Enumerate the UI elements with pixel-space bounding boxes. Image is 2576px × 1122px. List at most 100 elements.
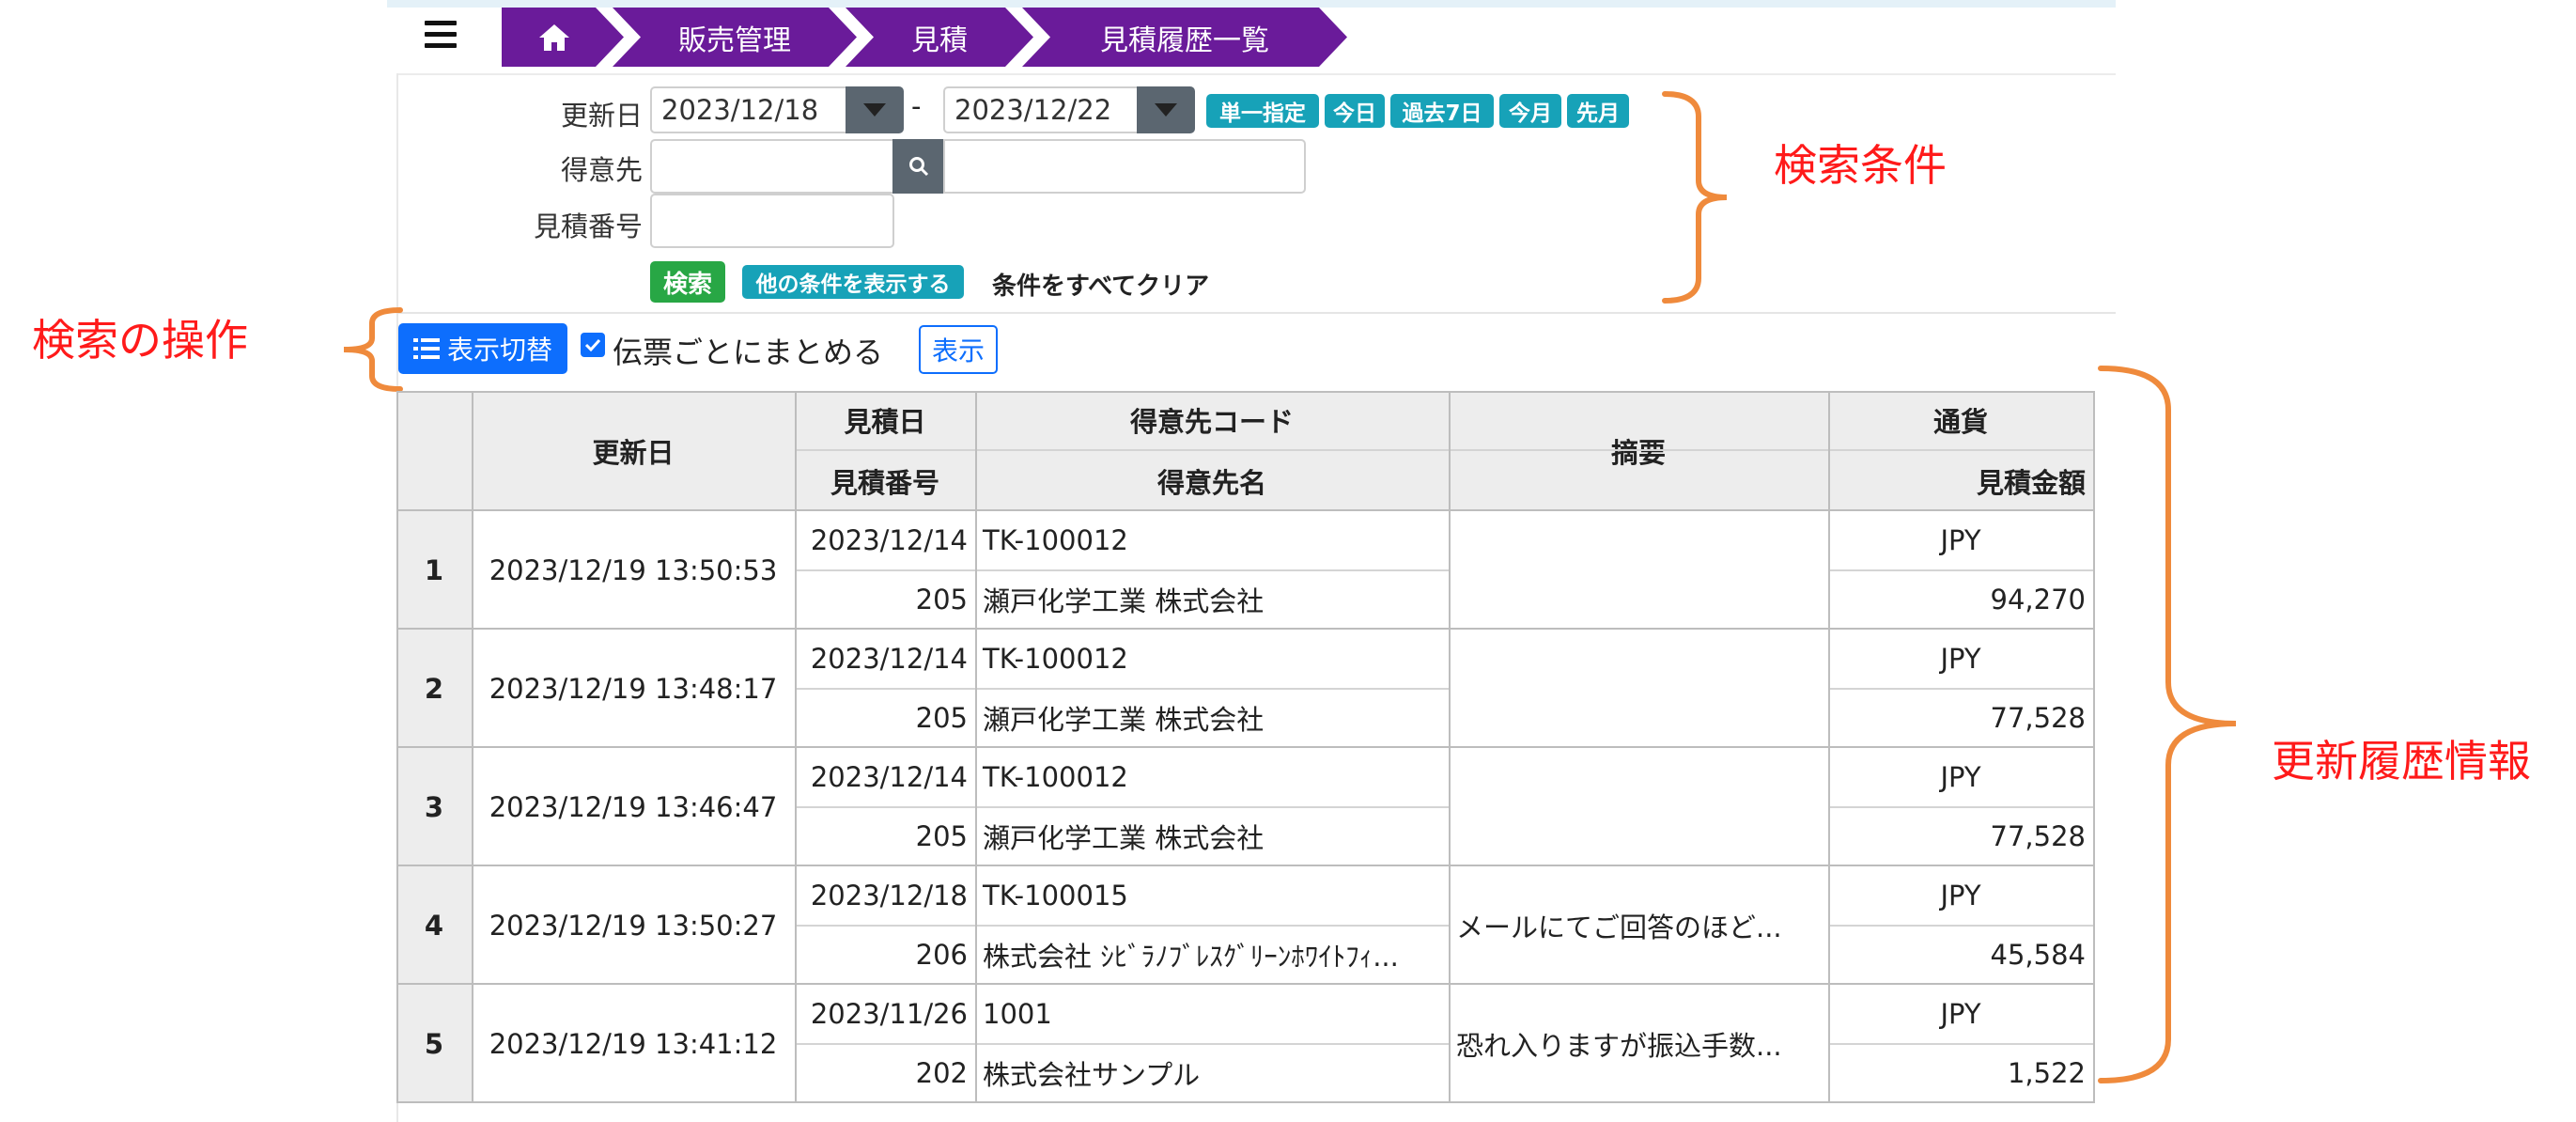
- header-amount[interactable]: 見積金額: [1828, 451, 2093, 511]
- cell-quote-number[interactable]: 202: [795, 1043, 975, 1103]
- toggle-view-label: 表示切替: [446, 335, 552, 366]
- cell-customer-code[interactable]: TK-100012: [975, 511, 1449, 569]
- cell-updated-at[interactable]: 2023/12/19 13:50:53: [472, 511, 795, 630]
- grid-line: [2093, 391, 2095, 1101]
- bracket-search-operations: [343, 307, 403, 392]
- grid-line: [1449, 391, 1451, 1101]
- cell-quote-number[interactable]: 205: [795, 806, 975, 866]
- cell-customer-code[interactable]: TK-100012: [975, 630, 1449, 688]
- caret-down-icon: [863, 103, 886, 117]
- cell-amount[interactable]: 77,528: [1828, 806, 2093, 866]
- breadcrumb-home[interactable]: [502, 8, 624, 67]
- date-from-dropdown-button[interactable]: [846, 86, 904, 133]
- check-icon: [584, 338, 601, 351]
- date-to-dropdown-button[interactable]: [1137, 86, 1195, 133]
- cell-amount[interactable]: 94,270: [1828, 569, 2093, 630]
- date-from-input[interactable]: 2023/12/18: [650, 86, 851, 133]
- cell-amount[interactable]: 1,522: [1828, 1043, 2093, 1103]
- cell-summary[interactable]: [1449, 748, 1828, 866]
- last-month-tag[interactable]: 先月: [1567, 94, 1629, 128]
- cell-quote-number[interactable]: 206: [795, 925, 975, 985]
- header-currency[interactable]: 通貨: [1828, 391, 2093, 449]
- header-customer-name[interactable]: 得意先名: [975, 451, 1449, 511]
- menu-icon[interactable]: [425, 21, 457, 49]
- cell-customer-code[interactable]: TK-100012: [975, 748, 1449, 806]
- cell-quote-date[interactable]: 2023/11/26: [795, 985, 975, 1043]
- cell-summary[interactable]: メールにてご回答のほど...: [1449, 866, 1828, 985]
- cell-amount[interactable]: 45,584: [1828, 925, 2093, 985]
- cell-summary[interactable]: [1449, 511, 1828, 630]
- today-tag[interactable]: 今日: [1325, 94, 1385, 128]
- cell-quote-date[interactable]: 2023/12/14: [795, 748, 975, 806]
- grid-line: [472, 391, 473, 1101]
- cell-quote-date[interactable]: 2023/12/18: [795, 866, 975, 925]
- cell-amount[interactable]: 77,528: [1828, 688, 2093, 748]
- clear-conditions-link[interactable]: 条件をすべてクリア: [992, 267, 1209, 302]
- cell-updated-at[interactable]: 2023/12/19 13:50:27: [472, 866, 795, 985]
- show-button[interactable]: 表示: [919, 325, 998, 374]
- search-icon: [909, 157, 929, 177]
- header-quote-date[interactable]: 見積日: [795, 391, 975, 449]
- annotation-search-operations: 検索の操作: [32, 315, 248, 366]
- breadcrumb-item-quote-history[interactable]: 見積履歴一覧: [1022, 8, 1347, 67]
- cell-currency[interactable]: JPY: [1828, 748, 2093, 806]
- past-7-days-tag[interactable]: 過去7日: [1390, 94, 1494, 128]
- single-date-tag[interactable]: 単一指定: [1206, 94, 1319, 128]
- cell-quote-number[interactable]: 205: [795, 688, 975, 748]
- header-customer-code[interactable]: 得意先コード: [975, 391, 1449, 449]
- grid-line: [795, 925, 1449, 927]
- cell-customer-code[interactable]: 1001: [975, 985, 1449, 1043]
- breadcrumb-item-quote[interactable]: 見積: [846, 8, 1033, 67]
- grid-line: [396, 1101, 2095, 1103]
- quote-number-input[interactable]: [650, 194, 894, 248]
- cell-customer-name[interactable]: 株式会社サンプル: [975, 1043, 1449, 1103]
- cell-currency[interactable]: JPY: [1828, 866, 2093, 925]
- update-date-label: 更新日: [560, 100, 643, 132]
- cell-updated-at[interactable]: 2023/12/19 13:48:17: [472, 630, 795, 748]
- breadcrumb-item-sales[interactable]: 販売管理: [613, 8, 857, 67]
- cell-quote-number[interactable]: 205: [795, 569, 975, 630]
- header-quote-number[interactable]: 見積番号: [795, 451, 975, 511]
- customer-code-input[interactable]: [650, 139, 894, 194]
- customer-search-button[interactable]: [892, 139, 945, 194]
- cell-summary[interactable]: [1449, 630, 1828, 748]
- header-updated-at[interactable]: 更新日: [472, 391, 795, 511]
- grid-line: [795, 449, 2095, 451]
- row-number: 5: [424, 1028, 444, 1060]
- cell-customer-name[interactable]: 瀬戸化学工業 株式会社: [975, 569, 1449, 630]
- breadcrumb-label: 見積履歴一覧: [1100, 23, 1269, 57]
- grid-line: [1828, 688, 2095, 690]
- top-strip: [387, 0, 2116, 8]
- cell-summary[interactable]: 恐れ入りますが振込手数...: [1449, 985, 1828, 1103]
- cell-customer-name[interactable]: 株式会社 ｼﾋﾞﾗﾉﾌﾞﾚｽｸﾞﾘｰﾝﾎﾜｲﾄﾌｨ...: [975, 925, 1449, 985]
- row-number: 2: [424, 673, 444, 705]
- date-separator: -: [911, 90, 922, 122]
- grid-line: [795, 1043, 1449, 1045]
- grid-line: [1828, 806, 2095, 808]
- cell-updated-at[interactable]: 2023/12/19 13:41:12: [472, 985, 795, 1103]
- list-icon: [412, 338, 440, 359]
- cell-quote-date[interactable]: 2023/12/14: [795, 630, 975, 688]
- cell-updated-at[interactable]: 2023/12/19 13:46:47: [472, 748, 795, 866]
- customer-label: 得意先: [560, 154, 643, 186]
- customer-name-input[interactable]: [943, 139, 1306, 194]
- more-conditions-button[interactable]: 他の条件を表示する: [742, 265, 964, 299]
- header-summary[interactable]: 摘要: [1449, 391, 1828, 511]
- grid-line: [795, 688, 1449, 690]
- annotation-search-conditions: 検索条件: [1774, 140, 1947, 191]
- breadcrumb-label: 販売管理: [678, 23, 791, 57]
- this-month-tag[interactable]: 今月: [1499, 94, 1561, 128]
- grid-line: [1828, 1043, 2095, 1045]
- group-by-slip-label: 伝票ごとにまとめる: [613, 335, 884, 370]
- cell-currency[interactable]: JPY: [1828, 985, 2093, 1043]
- cell-customer-code[interactable]: TK-100015: [975, 866, 1449, 925]
- cell-currency[interactable]: JPY: [1828, 630, 2093, 688]
- search-button[interactable]: 検索: [650, 261, 725, 303]
- group-by-slip-checkbox[interactable]: [581, 333, 605, 357]
- cell-customer-name[interactable]: 瀬戸化学工業 株式会社: [975, 806, 1449, 866]
- cell-currency[interactable]: JPY: [1828, 511, 2093, 569]
- cell-customer-name[interactable]: 瀬戸化学工業 株式会社: [975, 688, 1449, 748]
- date-to-input[interactable]: 2023/12/22: [943, 86, 1142, 133]
- toggle-view-button[interactable]: 表示切替: [398, 323, 567, 374]
- cell-quote-date[interactable]: 2023/12/14: [795, 511, 975, 569]
